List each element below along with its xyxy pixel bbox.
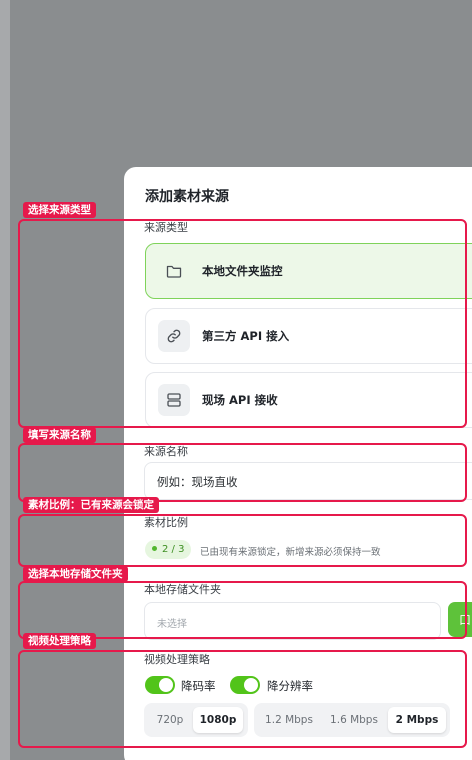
annotation-tag-source-name: 填写来源名称	[23, 427, 96, 443]
annotation-box-local-folder	[18, 581, 467, 639]
annotation-box-aspect-ratio	[18, 514, 467, 567]
annotation-box-source-name	[18, 443, 467, 502]
annotation-box-video-strategy	[18, 650, 467, 748]
annotation-tag-local-folder: 选择本地存储文件夹	[23, 566, 128, 582]
annotation-tag-video-strategy: 视频处理策略	[23, 633, 96, 649]
annotation-box-source-type	[18, 219, 467, 428]
modal-title: 添加素材来源	[145, 189, 229, 205]
annotation-tag-aspect-ratio: 素材比例：已有来源会锁定	[23, 497, 159, 513]
annotation-tag-source-type: 选择来源类型	[23, 202, 96, 218]
background-panel	[0, 0, 10, 760]
